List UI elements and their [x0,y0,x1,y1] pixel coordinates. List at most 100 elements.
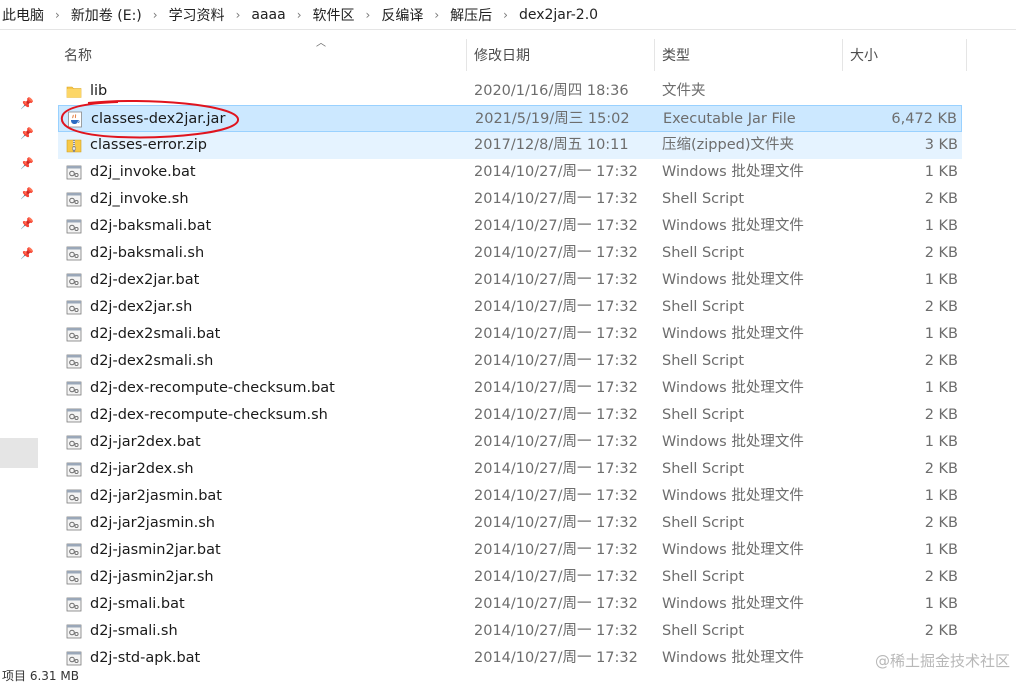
file-date: 2014/10/27/周一 17:32 [474,164,638,180]
status-text: 项目 6.31 MB [2,669,79,683]
file-row[interactable]: d2j-baksmali.bat 2014/10/27/周一 17:32 Windo… [58,213,962,240]
column-divider[interactable] [966,39,967,71]
script-icon [66,488,82,505]
file-name: d2j-smali.sh [90,623,178,639]
breadcrumb-item[interactable]: 解压后 [450,5,492,25]
file-row[interactable]: d2j-dex-recompute-checksum.sh 2014/10/27/… [58,402,962,429]
pin-icon[interactable]: 📌 [20,127,34,141]
status-bar: 项目 6.31 MB [0,669,1016,683]
file-row[interactable]: d2j-dex-recompute-checksum.bat 2014/10/27… [58,375,962,402]
breadcrumb-item[interactable]: 新加卷 (E:) [71,5,142,25]
file-row[interactable]: d2j-baksmali.sh 2014/10/27/周一 17:32 Shell … [58,240,962,267]
file-type: Shell Script [662,623,745,639]
file-name: d2j-jar2jasmin.sh [90,515,215,531]
file-name: d2j-dex2jar.sh [90,299,193,315]
file-row[interactable]: d2j-jasmin2jar.sh 2014/10/27/周一 17:32 Shel… [58,564,962,591]
file-date: 2014/10/27/周一 17:32 [474,191,638,207]
column-divider[interactable] [466,39,467,71]
file-name: d2j-jar2jasmin.bat [90,488,222,504]
breadcrumb-item[interactable]: aaaa [251,7,285,23]
pin-icon[interactable]: 📌 [20,97,34,111]
file-size: 2 KB [924,299,958,315]
file-row[interactable]: d2j_invoke.sh 2014/10/27/周一 17:32 Shell Sc… [58,186,962,213]
file-size: 2 KB [924,515,958,531]
file-date: 2014/10/27/周一 17:32 [474,515,638,531]
file-size: 1 KB [924,164,958,180]
file-date: 2014/10/27/周一 17:32 [474,245,638,261]
file-size: 1 KB [924,542,958,558]
file-name: d2j-dex-recompute-checksum.bat [90,380,335,396]
column-header-type[interactable]: 类型 [656,39,842,71]
file-row[interactable]: classes-dex2jar.jar 2021/5/19/周三 15:02 Exe… [58,105,962,132]
breadcrumb-item[interactable]: 此电脑 [2,5,44,25]
breadcrumb-separator-icon[interactable]: › [366,8,371,22]
script-icon [66,596,82,613]
script-icon [66,569,82,586]
file-row[interactable]: d2j-smali.sh 2014/10/27/周一 17:32 Shell Scr… [58,618,962,645]
file-row[interactable]: d2j-std-apk.bat 2014/10/27/周一 17:32 Window… [58,645,962,672]
breadcrumb-separator-icon[interactable]: › [236,8,241,22]
file-rows: lib 2020/1/16/周四 18:36 文件夹 classes-dex2jar.… [58,78,978,672]
file-row[interactable]: d2j-smali.bat 2014/10/27/周一 17:32 Windows … [58,591,962,618]
breadcrumb-separator-icon[interactable]: › [503,8,508,22]
file-name: d2j-dex2smali.bat [90,326,221,342]
file-date: 2014/10/27/周一 17:32 [474,218,638,234]
script-icon [66,326,82,343]
file-type: Windows 批处理文件 [662,488,804,504]
file-row[interactable]: d2j-jar2jasmin.sh 2014/10/27/周一 17:32 Shel… [58,510,962,537]
breadcrumb-separator-icon[interactable]: › [297,8,302,22]
file-size: 1 KB [924,326,958,342]
file-name: classes-error.zip [90,137,207,153]
file-row[interactable]: d2j-jasmin2jar.bat 2014/10/27/周一 17:32 Win… [58,537,962,564]
breadcrumb-item[interactable]: dex2jar-2.0 [519,7,598,23]
breadcrumb-separator-icon[interactable]: › [153,8,158,22]
file-type: Shell Script [662,353,745,369]
file-date: 2014/10/27/周一 17:32 [474,434,638,450]
file-type: Shell Script [662,569,745,585]
column-divider[interactable] [842,39,843,71]
script-icon [66,164,82,181]
script-icon [66,623,82,640]
column-header-date[interactable]: 修改日期 [468,39,654,71]
breadcrumb-separator-icon[interactable]: › [434,8,439,22]
file-row[interactable]: lib 2020/1/16/周四 18:36 文件夹 [58,78,962,105]
zip-icon [66,137,82,154]
pin-icon[interactable]: 📌 [20,187,34,201]
file-name: classes-dex2jar.jar [91,111,226,127]
file-row[interactable]: d2j-dex2smali.bat 2014/10/27/周一 17:32 Wind… [58,321,962,348]
file-type: Windows 批处理文件 [662,272,804,288]
breadcrumb-item[interactable]: 反编译 [381,5,423,25]
column-divider[interactable] [654,39,655,71]
script-icon [66,380,82,397]
file-date: 2014/10/27/周一 17:32 [474,596,638,612]
file-row[interactable]: classes-error.zip 2017/12/8/周五 10:11 压缩(zi… [58,132,962,159]
file-size: 1 KB [924,488,958,504]
file-row[interactable]: d2j-dex2smali.sh 2014/10/27/周一 17:32 Shell… [58,348,962,375]
script-icon [66,353,82,370]
nav-selected-item[interactable] [0,438,38,468]
file-type: Windows 批处理文件 [662,164,804,180]
file-row[interactable]: d2j-dex2jar.sh 2014/10/27/周一 17:32 Shell S… [58,294,962,321]
file-row[interactable]: d2j-dex2jar.bat 2014/10/27/周一 17:32 Window… [58,267,962,294]
file-row[interactable]: d2j_invoke.bat 2014/10/27/周一 17:32 Windows… [58,159,962,186]
breadcrumb-item[interactable]: 软件区 [313,5,355,25]
folder-icon [66,83,82,100]
file-date: 2014/10/27/周一 17:32 [474,569,638,585]
file-size: 6,472 KB [891,111,957,127]
file-name: d2j_invoke.bat [90,164,196,180]
jar-icon [67,111,83,128]
file-row[interactable]: d2j-jar2dex.bat 2014/10/27/周一 17:32 Window… [58,429,962,456]
pin-icon[interactable]: 📌 [20,217,34,231]
file-type: Windows 批处理文件 [662,596,804,612]
pin-icon[interactable]: 📌 [20,157,34,171]
pin-icon[interactable]: 📌 [20,247,34,261]
file-row[interactable]: d2j-jar2jasmin.bat 2014/10/27/周一 17:32 Win… [58,483,962,510]
breadcrumb-separator-icon[interactable]: › [55,8,60,22]
column-header-name[interactable]: 名称 [58,39,466,71]
breadcrumb-item[interactable]: 学习资料 [169,5,225,25]
file-date: 2014/10/27/周一 17:32 [474,542,638,558]
file-row[interactable]: d2j-jar2dex.sh 2014/10/27/周一 17:32 Shell S… [58,456,962,483]
column-header-size[interactable]: 大小 [844,39,964,71]
file-date: 2014/10/27/周一 17:32 [474,380,638,396]
file-name: d2j_invoke.sh [90,191,189,207]
